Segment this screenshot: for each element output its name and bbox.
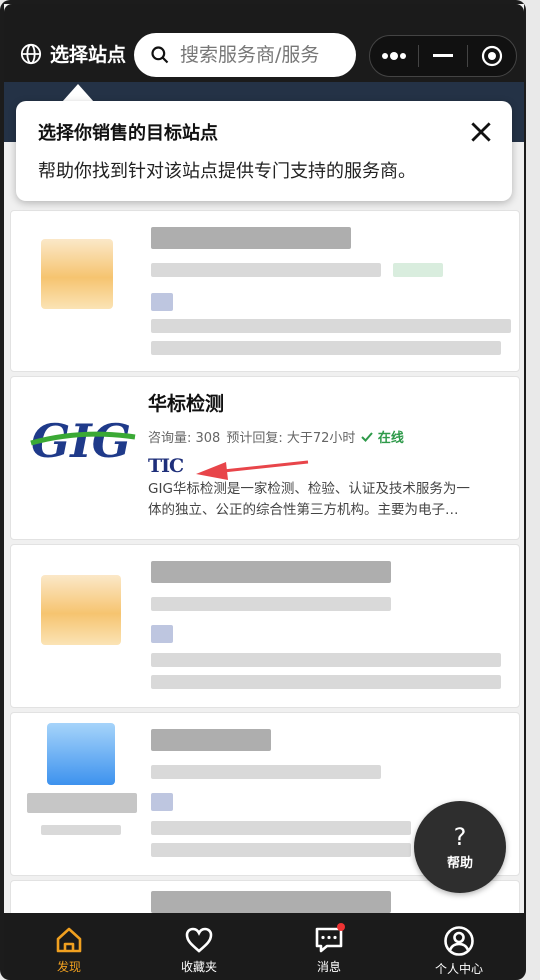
- blurred-text: [151, 653, 501, 667]
- provider-description: GIG华标检测是一家检测、检验、认证及技术服务为一 体的独立、公正的综合性第三方…: [148, 479, 514, 521]
- blurred-logo: [41, 239, 113, 309]
- user-icon: [444, 926, 474, 956]
- blurred-logo: [41, 575, 121, 645]
- provider-stats: 咨询量: 308 预计回复: 大于72小时 在线: [148, 427, 404, 446]
- search-input[interactable]: [180, 44, 340, 66]
- nav-item-favorites[interactable]: 收藏夹: [134, 913, 264, 980]
- blurred-text: [151, 675, 501, 689]
- heart-icon: [185, 927, 213, 953]
- online-status: 在线: [361, 427, 404, 446]
- miniapp-capsule: [369, 35, 517, 77]
- blurred-text: [151, 843, 411, 857]
- top-bar: 选择站点: [4, 4, 524, 82]
- blurred-text: [151, 729, 271, 751]
- provider-name: 华标检测: [148, 393, 225, 415]
- nav-item-discover[interactable]: 发现: [4, 913, 134, 980]
- close-icon[interactable]: [468, 119, 494, 145]
- nav-label: 收藏夹: [180, 960, 217, 974]
- globe-icon: [20, 43, 42, 64]
- blurred-text: [151, 227, 351, 249]
- blurred-text: [151, 765, 381, 779]
- nav-label: 个人中心: [434, 962, 483, 976]
- blurred-text: [151, 891, 391, 913]
- more-menu-button[interactable]: [370, 35, 418, 77]
- close-miniapp-button[interactable]: [468, 35, 516, 77]
- annotation-arrow: [196, 460, 309, 480]
- company-logo: GIG: [30, 414, 136, 465]
- home-icon: [56, 927, 82, 953]
- blurred-text: [151, 821, 411, 835]
- inquiry-count: 咨询量: 308: [148, 431, 221, 446]
- minus-icon: [433, 54, 453, 57]
- unread-dot: [337, 923, 345, 931]
- search-icon: [151, 46, 169, 64]
- blurred-text: [41, 825, 121, 835]
- tooltip-arrow: [62, 84, 94, 102]
- provider-card-blurred[interactable]: [10, 544, 520, 708]
- blurred-text: [393, 263, 443, 277]
- blurred-text: [27, 793, 137, 813]
- nav-item-profile[interactable]: 个人中心: [394, 913, 524, 980]
- site-selector-button[interactable]: 选择站点: [20, 40, 126, 67]
- blurred-text: [151, 597, 391, 611]
- bottom-navigation: 发现 收藏夹 消息 个人中心: [4, 913, 524, 980]
- blurred-text: [151, 293, 173, 311]
- provider-card-blurred[interactable]: [10, 210, 520, 372]
- site-selector-label: 选择站点: [50, 44, 127, 66]
- nav-item-messages[interactable]: 消息: [264, 913, 394, 980]
- online-label: 在线: [377, 431, 404, 446]
- tooltip-title: 选择你销售的目标站点: [38, 123, 218, 144]
- blurred-text: [151, 793, 173, 811]
- description-line: 体的独立、公正的综合性第三方机构。主要为电子…: [148, 502, 459, 518]
- phone-frame: 选择站点 搜索服务商/服务 选择你销售的目标站点 帮助你找到针对该站点提供专门支…: [0, 0, 526, 980]
- minimize-button[interactable]: [419, 35, 467, 77]
- search-bar[interactable]: [134, 33, 356, 77]
- help-icon: ?: [453, 822, 467, 851]
- help-button[interactable]: ? 帮助: [414, 801, 506, 893]
- tooltip-text: 帮助你找到针对该站点提供专门支持的服务商。: [38, 161, 416, 182]
- blurred-logo: [47, 723, 115, 785]
- nav-label: 消息: [316, 960, 341, 974]
- check-icon: [361, 432, 374, 442]
- blurred-text: [151, 625, 173, 643]
- target-icon: [481, 45, 502, 67]
- reply-time: 预计回复: 大于72小时: [226, 431, 356, 446]
- nav-label: 发现: [56, 960, 81, 974]
- more-dots-icon: [382, 52, 407, 60]
- blurred-text: [151, 263, 381, 277]
- category-badge: TIC: [148, 455, 184, 477]
- blurred-text: [151, 341, 501, 355]
- app-screen: 选择站点 搜索服务商/服务 选择你销售的目标站点 帮助你找到针对该站点提供专门支…: [4, 4, 524, 980]
- help-label: 帮助: [446, 855, 473, 871]
- blurred-text: [151, 561, 391, 583]
- blurred-text: [151, 319, 511, 333]
- site-tooltip: 选择你销售的目标站点 帮助你找到针对该站点提供专门支持的服务商。: [16, 101, 512, 201]
